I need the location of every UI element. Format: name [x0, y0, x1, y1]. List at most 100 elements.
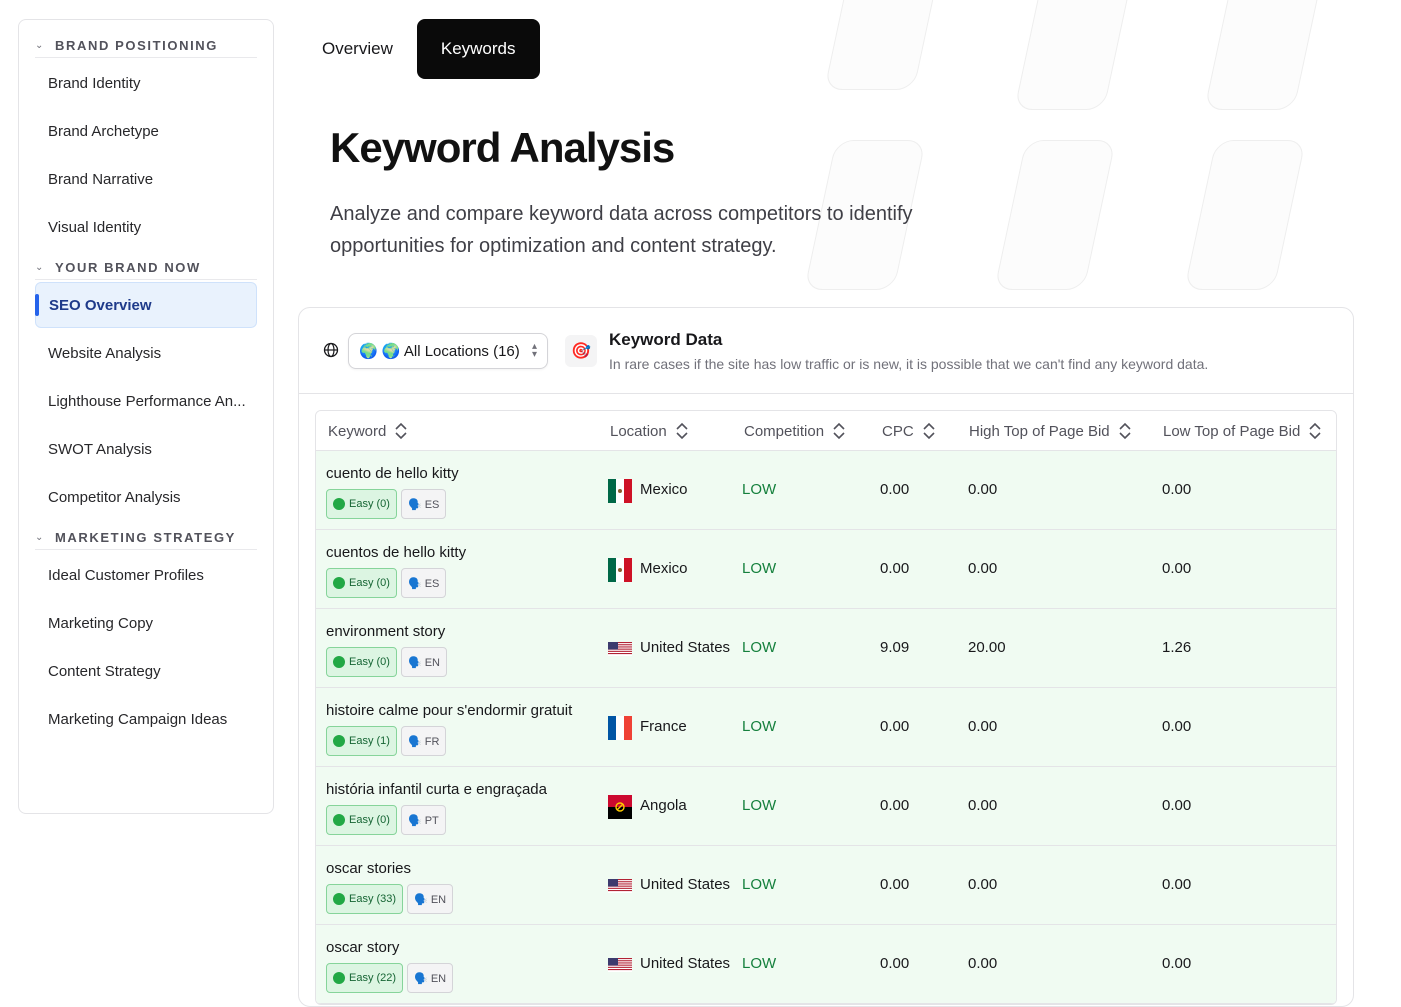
mx-flag-icon	[608, 558, 632, 582]
us-flag-icon	[608, 637, 632, 661]
table-row[interactable]: histoire calme pour s'endormir gratuit Ea…	[316, 688, 1336, 767]
chevron-down-icon: ⌄	[35, 40, 44, 51]
chevron-updown-icon: ▴ ▾	[531, 341, 537, 360]
keyword-badges: Easy (33) 🗣️ EN	[326, 884, 454, 914]
green-dot-icon	[333, 893, 345, 905]
cpc-cell: 0.00	[880, 797, 910, 814]
column-cpc[interactable]: CPC	[882, 411, 936, 451]
location-cell: United States	[640, 639, 731, 656]
competition-cell: LOW	[742, 639, 777, 656]
column-competition[interactable]: Competition	[744, 411, 846, 451]
sort-icon	[1308, 421, 1322, 441]
ao-flag-icon	[608, 795, 632, 819]
green-dot-icon	[333, 577, 345, 589]
cpc-cell: 0.00	[880, 560, 910, 577]
keyword-data-panel: 🌍 🌍 All Locations (16) ▴ ▾ 🎯 Keyword Data…	[298, 307, 1354, 1007]
keyword-cell: oscar story	[326, 939, 400, 956]
sidebar-item-marketing-campaign-ideas[interactable]: Marketing Campaign Ideas	[35, 696, 257, 742]
location-select-value: 🌍 🌍 All Locations (16)	[359, 343, 520, 360]
competition-cell: LOW	[742, 481, 777, 498]
sidebar-section-header[interactable]: ⌄ BRAND POSITIONING	[35, 36, 257, 58]
sidebar-item-marketing-copy[interactable]: Marketing Copy	[35, 600, 257, 646]
sidebar-item-competitor-analysis[interactable]: Competitor Analysis	[35, 474, 257, 520]
keyword-data-title: Keyword Data	[609, 330, 723, 349]
keyword-table: Keyword Location Competition CPC High To…	[315, 410, 1337, 1005]
sort-icon	[922, 421, 936, 441]
low-bid-cell: 0.00	[1162, 955, 1192, 972]
globe-icon	[323, 342, 339, 358]
keyword-data-subtitle: In rare cases if the site has low traffi…	[609, 356, 1209, 372]
table-row[interactable]: environment story Easy (0) 🗣️ EN United Sta…	[316, 609, 1336, 688]
difficulty-badge: Easy (0)	[326, 647, 397, 677]
page-description: Analyze and compare keyword data across …	[330, 203, 913, 257]
sidebar-item-content-strategy[interactable]: Content Strategy	[35, 648, 257, 694]
green-dot-icon	[333, 814, 345, 826]
green-dot-icon	[333, 656, 345, 668]
high-bid-cell: 0.00	[968, 718, 998, 735]
difficulty-badge: Easy (0)	[326, 805, 397, 835]
location-cell: Mexico	[640, 560, 688, 577]
high-bid-cell: 0.00	[968, 955, 998, 972]
location-cell: Mexico	[640, 481, 688, 498]
difficulty-badge: Easy (1)	[326, 726, 397, 756]
column-low-bid[interactable]: Low Top of Page Bid	[1163, 411, 1322, 451]
low-bid-cell: 0.00	[1162, 797, 1192, 814]
fr-flag-icon	[608, 716, 632, 740]
sidebar-section-label: BRAND POSITIONING	[55, 38, 218, 53]
sidebar-item-visual-identity[interactable]: Visual Identity	[35, 204, 257, 250]
chevron-down-icon: ⌄	[35, 262, 44, 273]
sidebar-item-brand-archetype[interactable]: Brand Archetype	[35, 108, 257, 154]
target-icon: 🎯	[565, 335, 597, 367]
competition-cell: LOW	[742, 876, 777, 893]
sidebar-item-ideal-customer-profiles[interactable]: Ideal Customer Profiles	[35, 552, 257, 598]
tab-overview[interactable]: Overview	[298, 19, 417, 79]
column-keyword[interactable]: Keyword	[328, 411, 408, 451]
cpc-cell: 0.00	[880, 718, 910, 735]
language-badge: 🗣️ EN	[407, 884, 454, 914]
table-row[interactable]: história infantil curta e engraçada Easy …	[316, 767, 1336, 846]
table-row[interactable]: oscar story Easy (22) 🗣️ EN United States LO…	[316, 925, 1336, 1004]
tab-keywords[interactable]: Keywords	[416, 19, 540, 79]
sidebar-section-header[interactable]: ⌄ MARKETING STRATEGY	[35, 528, 257, 550]
table-row[interactable]: cuento de hello kitty Easy (0) 🗣️ ES Mexico…	[316, 451, 1336, 530]
low-bid-cell: 0.00	[1162, 560, 1192, 577]
sort-icon	[675, 421, 689, 441]
location-cell: Angola	[640, 797, 687, 814]
sidebar-item-brand-identity[interactable]: Brand Identity	[35, 60, 257, 106]
sidebar-section-header[interactable]: ⌄ YOUR BRAND NOW	[35, 258, 257, 280]
column-high-bid[interactable]: High Top of Page Bid	[969, 411, 1132, 451]
sidebar-item-swot-analysis[interactable]: SWOT Analysis	[35, 426, 257, 472]
cpc-cell: 0.00	[880, 955, 910, 972]
table-row[interactable]: cuentos de hello kitty Easy (0) 🗣️ ES Mexic…	[316, 530, 1336, 609]
keyword-cell: environment story	[326, 623, 446, 640]
chevron-down-icon: ⌄	[35, 532, 44, 543]
sidebar-item-website-analysis[interactable]: Website Analysis	[35, 330, 257, 376]
low-bid-cell: 0.00	[1162, 718, 1192, 735]
cpc-cell: 0.00	[880, 481, 910, 498]
column-location[interactable]: Location	[610, 411, 689, 451]
sidebar-item-seo-overview[interactable]: SEO Overview	[35, 282, 257, 328]
sort-icon	[1118, 421, 1132, 441]
keyword-cell: cuento de hello kitty	[326, 465, 459, 482]
page-title: Keyword Analysis	[330, 124, 675, 171]
cpc-cell: 0.00	[880, 876, 910, 893]
mx-flag-icon	[608, 479, 632, 503]
language-badge: 🗣️ ES	[400, 489, 447, 519]
sidebar: ⌄ BRAND POSITIONING Brand Identity Brand Ar…	[18, 19, 274, 814]
competition-cell: LOW	[742, 797, 777, 814]
high-bid-cell: 0.00	[968, 560, 998, 577]
high-bid-cell: 0.00	[968, 481, 998, 498]
sort-icon	[394, 421, 408, 441]
competition-cell: LOW	[742, 718, 777, 735]
language-badge: 🗣️ PT	[400, 805, 446, 835]
sidebar-item-brand-narrative[interactable]: Brand Narrative	[35, 156, 257, 202]
table-row[interactable]: oscar stories Easy (33) 🗣️ EN United States…	[316, 846, 1336, 925]
difficulty-badge: Easy (33)	[326, 884, 404, 914]
low-bid-cell: 1.26	[1162, 639, 1192, 656]
keyword-badges: Easy (1) 🗣️ FR	[326, 726, 447, 756]
table-header: Keyword Location Competition CPC High To…	[316, 411, 1336, 451]
keyword-badges: Easy (0) 🗣️ ES	[326, 489, 447, 519]
location-select[interactable]: 🌍 🌍 All Locations (16) ▴ ▾	[348, 333, 548, 369]
sidebar-item-lighthouse-performance-an[interactable]: Lighthouse Performance An...	[35, 378, 257, 424]
keyword-cell: histoire calme pour s'endormir gratuit	[326, 702, 573, 719]
